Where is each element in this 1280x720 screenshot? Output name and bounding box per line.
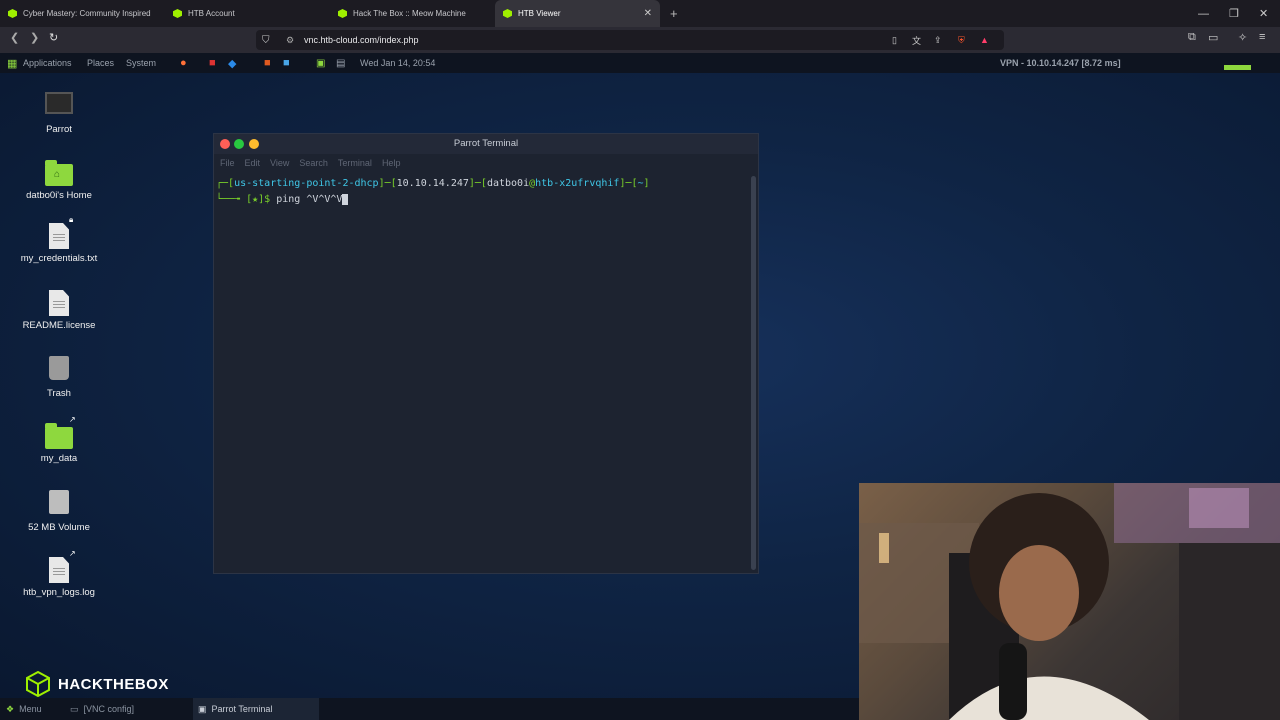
desktop-icon-credentials[interactable]: 🔒︎ my_credentials.txt <box>9 215 109 264</box>
terminal-title: Parrot Terminal <box>453 138 519 149</box>
home-folder-icon: ⌂ <box>45 160 73 186</box>
vpn-status: VPN - 10.10.14.247 [8.72 ms] <box>1000 58 1121 68</box>
desktop-icon-vpn-log[interactable]: ↗ htb_vpn_logs.log <box>9 549 109 598</box>
terminal-menubar: File Edit View Search Terminal Help <box>214 154 758 172</box>
tab-cyber-mastery[interactable]: Cyber Mastery: Community Inspired <box>0 0 165 27</box>
close-tab-icon[interactable]: ✕ <box>644 8 652 19</box>
terminal-scrollbar[interactable] <box>751 176 756 570</box>
desktop-icon-readme[interactable]: README.license <box>9 288 109 331</box>
leo-icon[interactable]: ✧ <box>1238 31 1247 44</box>
taskbar-item-vnc-config[interactable]: ▭ [VNC config] <box>70 698 134 720</box>
cursor <box>342 194 349 205</box>
apps-grid-icon[interactable]: ▦ <box>7 57 17 70</box>
browser-toolbar: ❮ ❯ ↻ ⛉ ⚙ vnc.htb-cloud.com/index.php ▯ … <box>0 27 1280 53</box>
trash-icon <box>49 356 69 380</box>
minimize-icon[interactable]: — <box>1198 0 1209 27</box>
link-emblem-icon: ↗ <box>69 415 76 424</box>
forward-icon[interactable]: ❯ <box>30 31 39 44</box>
brave-shield-icon[interactable]: ⛨ <box>958 35 965 46</box>
top-panel: ▦ Applications Places System ● ■ ◆ ■ ■ ▣… <box>0 53 1280 73</box>
taskbar-item-parrot-terminal[interactable]: ▣ Parrot Terminal <box>193 698 319 720</box>
desktop-icon-home[interactable]: ⌂ datbo0i's Home <box>9 158 109 201</box>
firefox-icon[interactable]: ● <box>180 57 187 69</box>
menu-button[interactable]: ❖ Menu <box>6 698 42 720</box>
clock[interactable]: Wed Jan 14, 20:54 <box>360 58 435 68</box>
tab-htb-viewer[interactable]: HTB Viewer ✕ <box>495 0 660 27</box>
parrot-logo-icon: ❖ <box>6 703 15 714</box>
address-bar[interactable]: ⛉ ⚙ vnc.htb-cloud.com/index.php ▯ 文 ⇪ ⛨ … <box>256 30 1004 50</box>
htb-cube-icon <box>26 671 50 697</box>
desktop-icon-volume[interactable]: 52 MB Volume <box>9 490 109 533</box>
desktop-icon-trash[interactable]: Trash <box>9 356 109 399</box>
menu-view[interactable]: View <box>270 158 289 168</box>
webcam-overlay <box>859 483 1280 720</box>
drive-icon <box>49 490 69 514</box>
app-launcher-icon[interactable]: ■ <box>209 57 216 69</box>
prompt-host-tag: us-starting-point-2-dhcp <box>234 178 379 189</box>
site-info-icon[interactable]: ⚙ <box>286 35 294 46</box>
lock-emblem-icon: 🔒︎ <box>69 215 74 224</box>
text-file-icon <box>49 557 69 583</box>
terminal-launcher-icon[interactable]: ▣ <box>316 58 325 69</box>
window-icon: ▭ <box>70 703 79 714</box>
app-launcher-2-icon[interactable]: ■ <box>283 57 290 69</box>
bookmark-icon[interactable]: ⛉ <box>262 35 270 46</box>
sidebar-icon[interactable]: ▭ <box>1208 31 1218 44</box>
terminal-icon: ▣ <box>198 703 207 714</box>
calendar-icon: ▤ <box>336 57 346 69</box>
translate-icon[interactable]: 文 <box>912 34 921 47</box>
htb-favicon-icon <box>173 9 182 18</box>
places-menu[interactable]: Places <box>87 58 114 68</box>
rewards-icon[interactable]: ▲ <box>980 35 989 45</box>
back-icon[interactable]: ❮ <box>10 31 19 44</box>
cpu-monitor <box>1224 65 1251 70</box>
system-menu[interactable]: System <box>126 58 156 68</box>
prompt-machine: htb-x2ufrvqhif <box>535 178 620 189</box>
text-file-icon <box>49 290 69 316</box>
tab-meow-machine[interactable]: Hack The Box :: Meow Machine <box>330 0 495 27</box>
desktop-icon-my-data[interactable]: ↗ my_data <box>9 415 109 464</box>
text-file-icon <box>49 223 69 249</box>
menu-icon[interactable]: ≡ <box>1259 31 1265 43</box>
webcam-feed-image <box>859 483 1280 720</box>
folder-icon <box>45 423 73 449</box>
htb-favicon-icon <box>8 9 17 18</box>
new-tab-button[interactable]: + <box>670 0 678 27</box>
prompt-ip: 10.10.14.247 <box>396 178 469 189</box>
minimize-icon[interactable] <box>249 139 259 149</box>
close-icon[interactable] <box>220 139 230 149</box>
hackthebox-logo: HACKTHEBOX <box>26 671 169 697</box>
vscode-icon[interactable]: ◆ <box>228 57 236 70</box>
link-emblem-icon: ↗ <box>69 549 76 558</box>
burp-icon[interactable]: ■ <box>264 57 271 69</box>
url-text: vnc.htb-cloud.com/index.php <box>304 35 419 45</box>
menu-terminal[interactable]: Terminal <box>338 158 372 168</box>
command-input[interactable]: ping ^V^V^V <box>276 194 342 205</box>
menu-edit[interactable]: Edit <box>245 158 261 168</box>
monitor-icon <box>45 92 73 114</box>
share-icon[interactable]: ⇪ <box>934 35 942 46</box>
menu-file[interactable]: File <box>220 158 235 168</box>
maximize-icon[interactable]: ❐ <box>1229 0 1239 27</box>
htb-favicon-icon <box>503 9 512 18</box>
tab-htb-account[interactable]: HTB Account <box>165 0 330 27</box>
prompt-user: datbo0i <box>486 178 530 189</box>
browser-tab-bar: Cyber Mastery: Community Inspired HTB Ac… <box>0 0 1280 27</box>
htb-favicon-icon <box>338 9 347 18</box>
extensions-icon[interactable]: ⧉ <box>1188 31 1196 44</box>
close-window-icon[interactable]: ✕ <box>1259 0 1268 27</box>
terminal-window[interactable]: Parrot Terminal File Edit View Search Te… <box>213 133 759 574</box>
applications-menu[interactable]: Applications <box>23 58 72 68</box>
menu-search[interactable]: Search <box>299 158 328 168</box>
menu-help[interactable]: Help <box>382 158 401 168</box>
desktop-icon-parrot[interactable]: Parrot <box>9 92 109 135</box>
terminal-output[interactable]: ┌─[us-starting-point-2-dhcp]─[10.10.14.2… <box>214 172 758 212</box>
terminal-titlebar[interactable]: Parrot Terminal <box>214 134 758 154</box>
reload-icon[interactable]: ↻ <box>49 31 58 44</box>
prompt-marker: [★]$ <box>246 194 277 205</box>
maximize-icon[interactable] <box>234 139 244 149</box>
clipboard-icon[interactable]: ▯ <box>892 35 897 46</box>
